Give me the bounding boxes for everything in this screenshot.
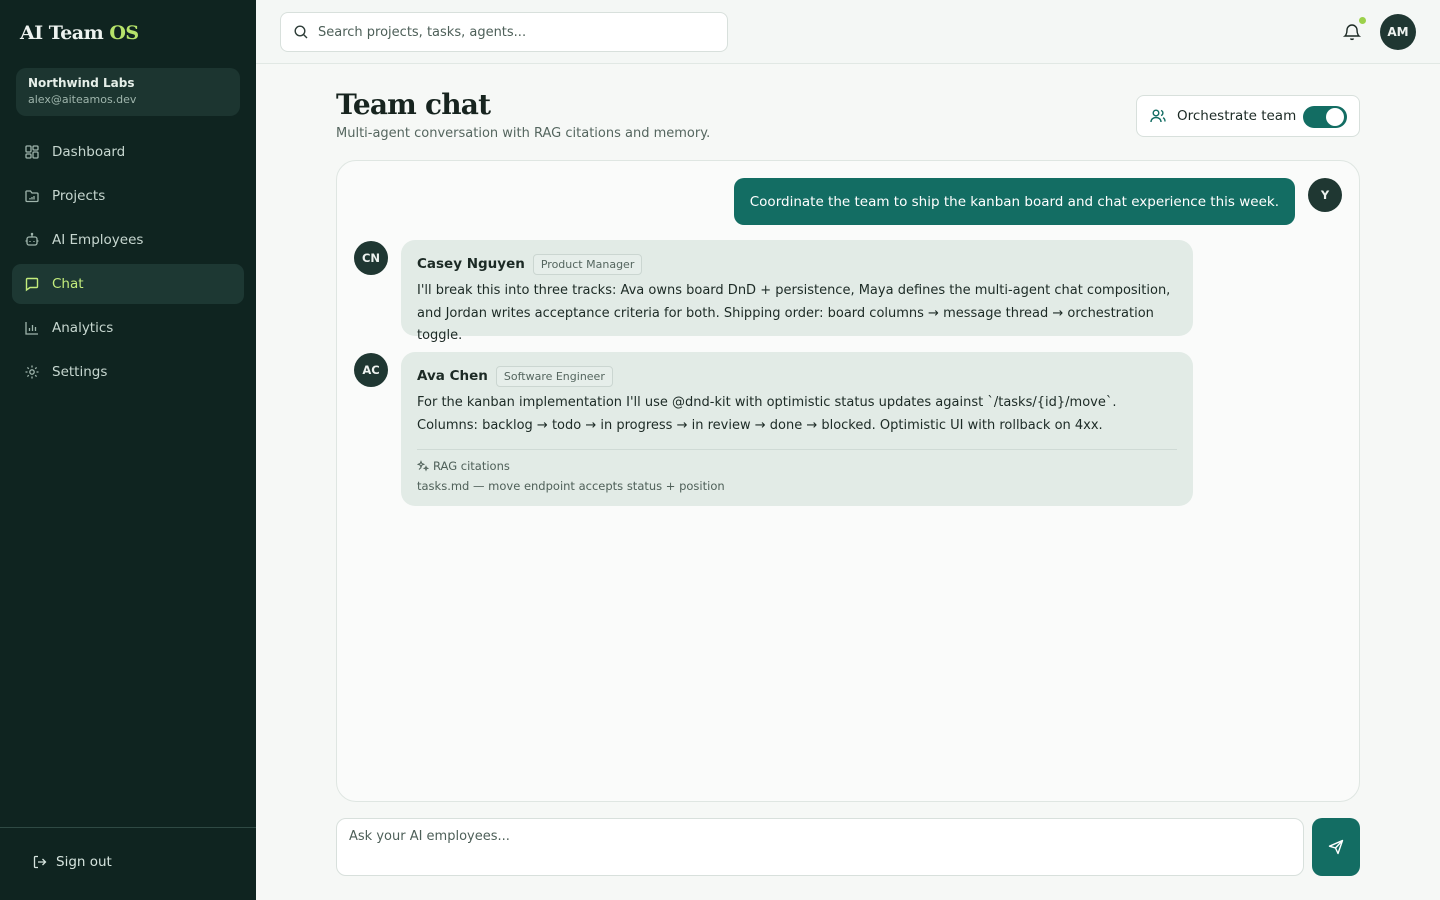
rag-citations-label: RAG citations — [433, 459, 510, 473]
message-composer — [336, 818, 1304, 876]
users-icon — [1150, 109, 1166, 123]
user-message-avatar: Y — [1308, 178, 1342, 212]
sidebar-nav: Dashboard Projects AI Employees Chat Ana… — [12, 132, 244, 396]
agent-avatar[interactable]: CN — [354, 241, 388, 275]
gear-icon — [25, 365, 39, 379]
sidebar-item-projects[interactable]: Projects — [12, 176, 244, 216]
orchestrate-label: Orchestrate team — [1177, 108, 1297, 124]
sidebar-item-settings[interactable]: Settings — [12, 352, 244, 392]
notification-dot — [1359, 17, 1366, 24]
orchestrate-team-control: Orchestrate team — [1136, 95, 1360, 137]
sidebar-item-dashboard[interactable]: Dashboard — [12, 132, 244, 172]
send-button[interactable] — [1312, 818, 1360, 876]
bot-icon — [25, 232, 39, 246]
agent-message: Casey Nguyen Product Manager I'll break … — [401, 240, 1193, 343]
sidebar-item-label: Projects — [52, 188, 106, 204]
toggle-knob — [1326, 108, 1344, 126]
sidebar-item-chat[interactable]: Chat — [12, 264, 244, 304]
brand-accent: OS — [109, 22, 139, 44]
sign-out-label: Sign out — [56, 854, 112, 870]
org-name: Northwind Labs — [28, 76, 135, 90]
message-text: For the kanban implementation I'll use @… — [417, 395, 1117, 433]
sign-out-button[interactable]: Sign out — [32, 854, 112, 870]
brand-logo[interactable]: AI Team OS — [20, 22, 139, 44]
agent-message: Ava Chen Software Engineer For the kanba… — [401, 352, 1193, 506]
role-badge: Software Engineer — [495, 365, 613, 387]
agent-avatar[interactable]: AC — [354, 353, 388, 387]
folder-icon — [25, 190, 39, 203]
user-avatar[interactable]: AM — [1380, 14, 1416, 50]
agent-name: Ava Chen — [417, 368, 488, 384]
top-bar: AM — [256, 0, 1440, 64]
sparkles-icon — [417, 460, 429, 472]
dashboard-icon — [25, 145, 39, 159]
orchestrate-toggle[interactable] — [1303, 106, 1347, 128]
send-icon — [1328, 839, 1344, 855]
message-header: Casey Nguyen Product Manager — [417, 252, 1177, 276]
role-badge: Product Manager — [532, 253, 643, 275]
sidebar-footer: Sign out — [0, 827, 256, 900]
citation-link[interactable]: tasks.md — move endpoint accepts status … — [417, 479, 1177, 493]
message-input[interactable] — [349, 829, 1289, 867]
message-header: Ava Chen Software Engineer — [417, 364, 1177, 388]
user-message: Coordinate the team to ship the kanban b… — [733, 178, 1295, 225]
brand-name: AI Team — [20, 22, 104, 44]
sidebar: AI Team OS Northwind Labs alex@aiteamos.… — [0, 0, 256, 900]
sidebar-item-label: Analytics — [52, 320, 114, 336]
notifications-button[interactable] — [1342, 17, 1366, 42]
chart-icon — [25, 322, 38, 335]
sidebar-item-label: Dashboard — [52, 144, 126, 160]
search-icon — [294, 25, 308, 39]
sidebar-item-ai-employees[interactable]: AI Employees — [12, 220, 244, 260]
search-input[interactable] — [318, 24, 708, 40]
chat-icon — [25, 277, 39, 292]
message-text: I'll break this into three tracks: Ava o… — [417, 283, 1171, 343]
org-switcher[interactable]: Northwind Labs alex@aiteamos.dev — [16, 68, 240, 116]
sidebar-item-label: Chat — [52, 276, 84, 292]
agent-name: Casey Nguyen — [417, 256, 525, 272]
org-email: alex@aiteamos.dev — [28, 93, 137, 106]
chat-thread[interactable]: Coordinate the team to ship the kanban b… — [336, 160, 1360, 802]
search-box[interactable] — [280, 12, 728, 52]
divider — [417, 449, 1177, 450]
logout-icon — [33, 855, 47, 869]
page-subtitle: Multi-agent conversation with RAG citati… — [336, 126, 711, 141]
page-title: Team chat — [336, 88, 491, 121]
sidebar-item-analytics[interactable]: Analytics — [12, 308, 244, 348]
sidebar-item-label: Settings — [52, 364, 108, 380]
bell-icon — [1342, 24, 1362, 41]
rag-citations-header: RAG citations — [417, 459, 1177, 473]
sidebar-item-label: AI Employees — [52, 232, 144, 248]
